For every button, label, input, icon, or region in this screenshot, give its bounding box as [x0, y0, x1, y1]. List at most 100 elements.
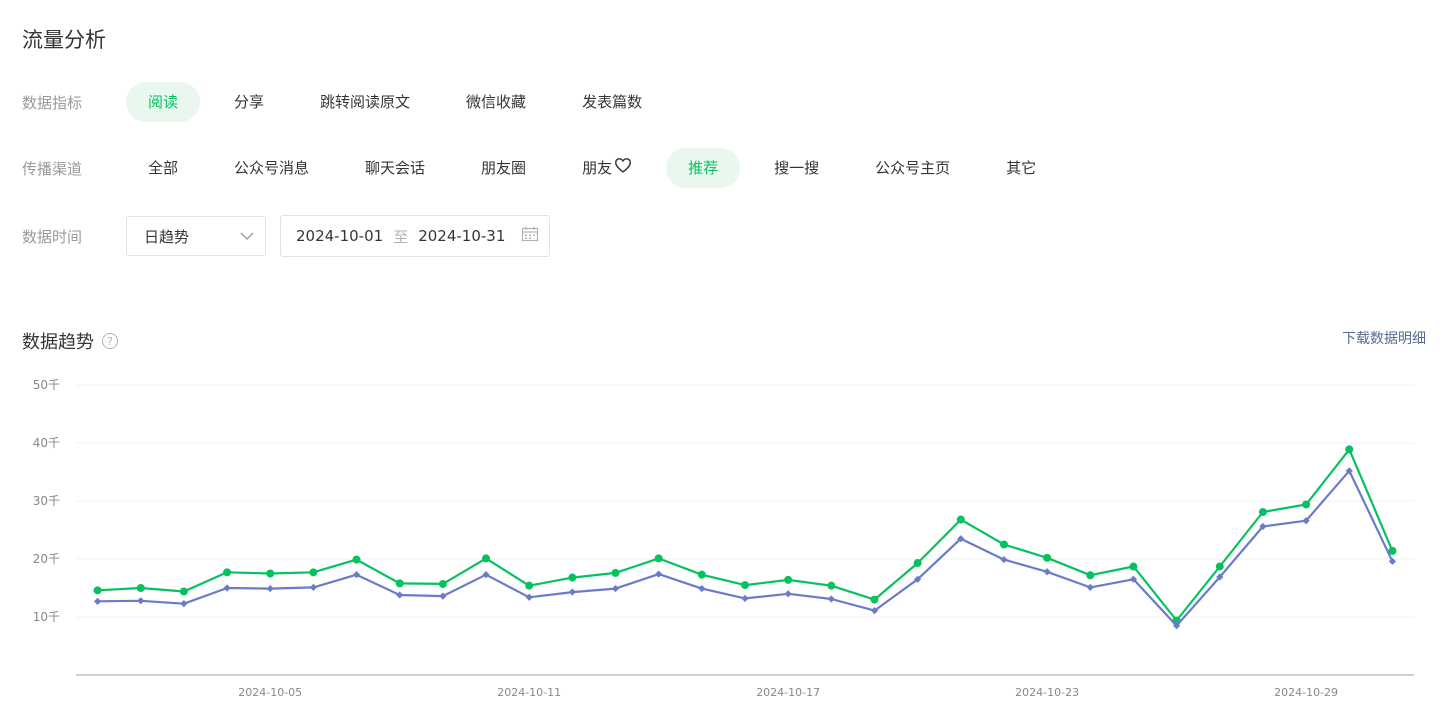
- date-separator: 至: [393, 227, 409, 246]
- granularity-select[interactable]: 日趋势: [126, 216, 266, 256]
- chart-series: [93, 445, 1397, 630]
- data-point[interactable]: [655, 570, 663, 578]
- metric-chip-read-original[interactable]: 跳转阅读原文: [298, 82, 432, 122]
- data-point[interactable]: [827, 595, 835, 603]
- granularity-value: 日趋势: [144, 227, 190, 246]
- data-point[interactable]: [137, 597, 145, 605]
- data-point[interactable]: [611, 568, 620, 577]
- data-point[interactable]: [1043, 553, 1052, 562]
- data-point[interactable]: [180, 600, 188, 608]
- y-tick-label: 40千: [33, 436, 60, 450]
- series-line: [97, 448, 1394, 622]
- trend-section-header: 数据趋势 ?: [22, 328, 118, 354]
- metric-filter-label: 数据指标: [22, 93, 83, 112]
- data-point[interactable]: [870, 595, 879, 604]
- x-tick-label: 2024-10-23: [1015, 686, 1079, 699]
- data-point[interactable]: [266, 569, 275, 578]
- data-point[interactable]: [395, 579, 404, 588]
- data-point[interactable]: [309, 583, 317, 592]
- data-point[interactable]: [352, 571, 361, 579]
- data-point[interactable]: [697, 570, 706, 579]
- data-point[interactable]: [1129, 562, 1138, 571]
- data-point[interactable]: [1302, 500, 1311, 509]
- data-point[interactable]: [827, 581, 836, 590]
- data-point[interactable]: [741, 581, 749, 590]
- start-date[interactable]: 2024-10-01: [296, 227, 383, 245]
- series-line: [97, 469, 1394, 627]
- y-axis-ticks: 10千 20千 30千 40千 50千: [33, 378, 60, 624]
- channel-chip-all[interactable]: 全部: [126, 148, 200, 188]
- data-point[interactable]: [913, 559, 922, 568]
- x-axis-ticks: 2024-10-05 2024-10-11 2024-10-17 2024-10-23…: [238, 686, 1338, 699]
- data-point[interactable]: [1086, 571, 1095, 580]
- data-point[interactable]: [439, 592, 447, 600]
- channel-chip-official-message[interactable]: 公众号消息: [212, 148, 331, 188]
- x-tick-label: 2024-10-05: [238, 686, 302, 699]
- data-point[interactable]: [1086, 583, 1094, 592]
- data-point[interactable]: [741, 594, 749, 603]
- data-point[interactable]: [223, 584, 231, 592]
- channel-chip-chat[interactable]: 聊天会话: [343, 148, 447, 188]
- data-point[interactable]: [179, 587, 188, 596]
- data-point[interactable]: [611, 584, 620, 593]
- channel-chip-friends-like-label: 朋友: [582, 159, 613, 177]
- y-tick-label: 20千: [33, 552, 60, 566]
- y-tick-label: 50千: [33, 378, 60, 392]
- trend-section-title: 数据趋势: [22, 332, 94, 353]
- data-point[interactable]: [568, 588, 576, 596]
- help-icon[interactable]: ?: [102, 333, 118, 349]
- y-tick-label: 10千: [33, 610, 60, 624]
- trend-line-chart: 10千20千30千40千50千 2024-10-05 2024-10-11 2024…: [33, 378, 1414, 699]
- time-filter-row: 数据时间 日趋势 2024-10-01 至 2024-10-31: [22, 215, 550, 257]
- download-data-link[interactable]: 下载数据明细: [1342, 328, 1426, 348]
- metric-chip-share[interactable]: 分享: [212, 82, 286, 122]
- data-point[interactable]: [568, 573, 577, 582]
- data-point[interactable]: [784, 575, 793, 584]
- channel-filter-label: 传播渠道: [22, 159, 83, 178]
- data-point[interactable]: [1043, 568, 1051, 576]
- data-point[interactable]: [136, 584, 145, 592]
- data-point[interactable]: [223, 568, 232, 577]
- page-title: 流量分析: [22, 28, 106, 52]
- data-point[interactable]: [1000, 555, 1008, 564]
- data-point[interactable]: [999, 540, 1008, 549]
- calendar-icon[interactable]: [521, 226, 539, 246]
- y-tick-label: 30千: [33, 494, 60, 508]
- data-point[interactable]: [309, 568, 318, 577]
- channel-chip-recommend[interactable]: 推荐: [666, 148, 741, 188]
- series-2: [93, 467, 1397, 630]
- metric-chip-read[interactable]: 阅读: [126, 82, 201, 122]
- data-point[interactable]: [438, 579, 447, 588]
- data-point[interactable]: [396, 591, 404, 599]
- data-point[interactable]: [352, 555, 361, 564]
- channel-chip-other[interactable]: 其它: [984, 148, 1058, 188]
- data-point[interactable]: [482, 554, 491, 563]
- x-tick-label: 2024-10-17: [756, 686, 820, 699]
- data-point[interactable]: [1258, 508, 1267, 517]
- end-date[interactable]: 2024-10-31: [418, 227, 505, 245]
- channel-chip-profile[interactable]: 公众号主页: [853, 148, 972, 188]
- heart-icon: [614, 148, 632, 188]
- data-point[interactable]: [266, 584, 274, 593]
- data-point[interactable]: [784, 590, 792, 598]
- metric-filter-row: 数据指标 阅读 分享 跳转阅读原文 微信收藏 发表篇数: [22, 82, 676, 122]
- data-point[interactable]: [654, 554, 663, 563]
- data-point[interactable]: [93, 597, 102, 605]
- x-tick-label: 2024-10-29: [1274, 686, 1338, 699]
- data-point[interactable]: [956, 515, 965, 524]
- date-range-picker[interactable]: 2024-10-01 至 2024-10-31: [280, 215, 550, 257]
- data-point[interactable]: [1345, 445, 1354, 454]
- channel-chip-friends-like[interactable]: 朋友: [560, 148, 654, 188]
- x-tick-label: 2024-10-11: [497, 686, 561, 699]
- metric-chip-wechat-favorite[interactable]: 微信收藏: [444, 82, 548, 122]
- metric-chip-post-count[interactable]: 发表篇数: [560, 82, 664, 122]
- channel-chip-moments[interactable]: 朋友圈: [459, 148, 548, 188]
- data-point[interactable]: [1215, 562, 1224, 571]
- time-filter-label: 数据时间: [22, 227, 83, 246]
- data-point[interactable]: [698, 584, 706, 593]
- data-point[interactable]: [93, 586, 102, 595]
- channel-filter-row: 传播渠道 全部 公众号消息 聊天会话 朋友圈 朋友 推荐 搜一搜 公众号主页 其…: [22, 148, 1070, 188]
- channel-chip-search[interactable]: 搜一搜: [752, 148, 841, 188]
- data-point[interactable]: [525, 581, 534, 590]
- chevron-down-icon: [239, 227, 255, 245]
